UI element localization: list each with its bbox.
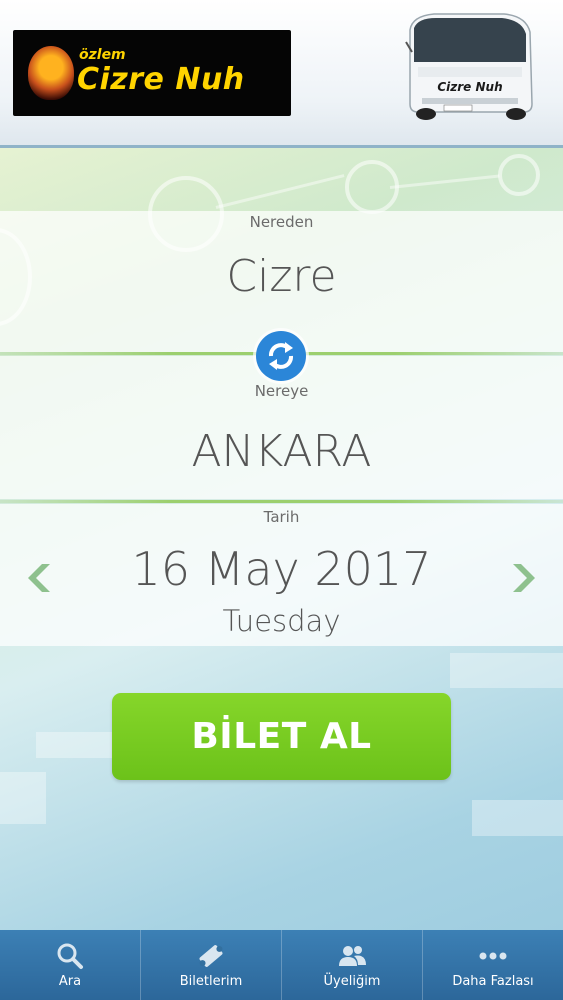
decor-circle: [498, 154, 540, 196]
day-value: Tuesday: [222, 604, 341, 638]
nav-item-more[interactable]: Daha Fazlası: [422, 930, 563, 1000]
bus-label: Cizre Nuh: [437, 80, 502, 94]
chevron-right-icon[interactable]: [511, 560, 543, 596]
date-value[interactable]: 16 May 2017: [0, 542, 563, 596]
swap-button[interactable]: [256, 331, 306, 381]
from-label: Nereden: [249, 213, 314, 231]
more-icon: [479, 952, 507, 960]
brand-subtitle: özlem: [79, 47, 126, 63]
buy-ticket-button[interactable]: BİLET AL: [112, 693, 451, 780]
decor-rect: [472, 800, 563, 836]
swap-icon: [268, 342, 294, 370]
bus-image: Cizre Nuh: [405, 13, 533, 120]
decor-rect: [0, 772, 46, 824]
date-label: Tarih: [263, 508, 300, 526]
to-value[interactable]: ANKARA: [0, 426, 563, 477]
chevron-left-icon[interactable]: [20, 560, 52, 596]
bottom-nav: Ara Biletlerim Üyeliğim Daha Fazlası: [0, 930, 563, 1000]
nav-item-search[interactable]: Ara: [0, 930, 140, 1000]
divider: [0, 500, 563, 503]
brand-logo: özlem Cizre Nuh: [13, 30, 291, 116]
nav-item-membership[interactable]: Üyeliğim: [281, 930, 422, 1000]
nav-label: Biletlerim: [179, 974, 243, 989]
search-area: Nereden Cizre Nereye ANKARA Tarih 16 May…: [0, 148, 563, 930]
lion-emblem-icon: [28, 46, 74, 100]
nav-item-tickets[interactable]: Biletlerim: [140, 930, 281, 1000]
brand-name: Cizre Nuh: [77, 62, 245, 97]
decor-rect: [450, 653, 563, 688]
decor-line: [389, 174, 500, 189]
date-panel: Tarih 16 May 2017 Tuesday: [0, 504, 563, 646]
nav-label: Ara: [58, 974, 82, 989]
ticket-icon: [199, 945, 223, 967]
search-icon: [57, 943, 83, 969]
decor-line: [215, 174, 345, 209]
from-value[interactable]: Cizre: [0, 251, 563, 302]
to-label: Nereye: [254, 382, 309, 400]
app-header: özlem Cizre Nuh Cizre Nuh: [0, 0, 563, 148]
nav-label: Üyeliğim: [323, 974, 381, 989]
users-icon: [339, 946, 366, 966]
nav-label: Daha Fazlası: [452, 974, 534, 989]
